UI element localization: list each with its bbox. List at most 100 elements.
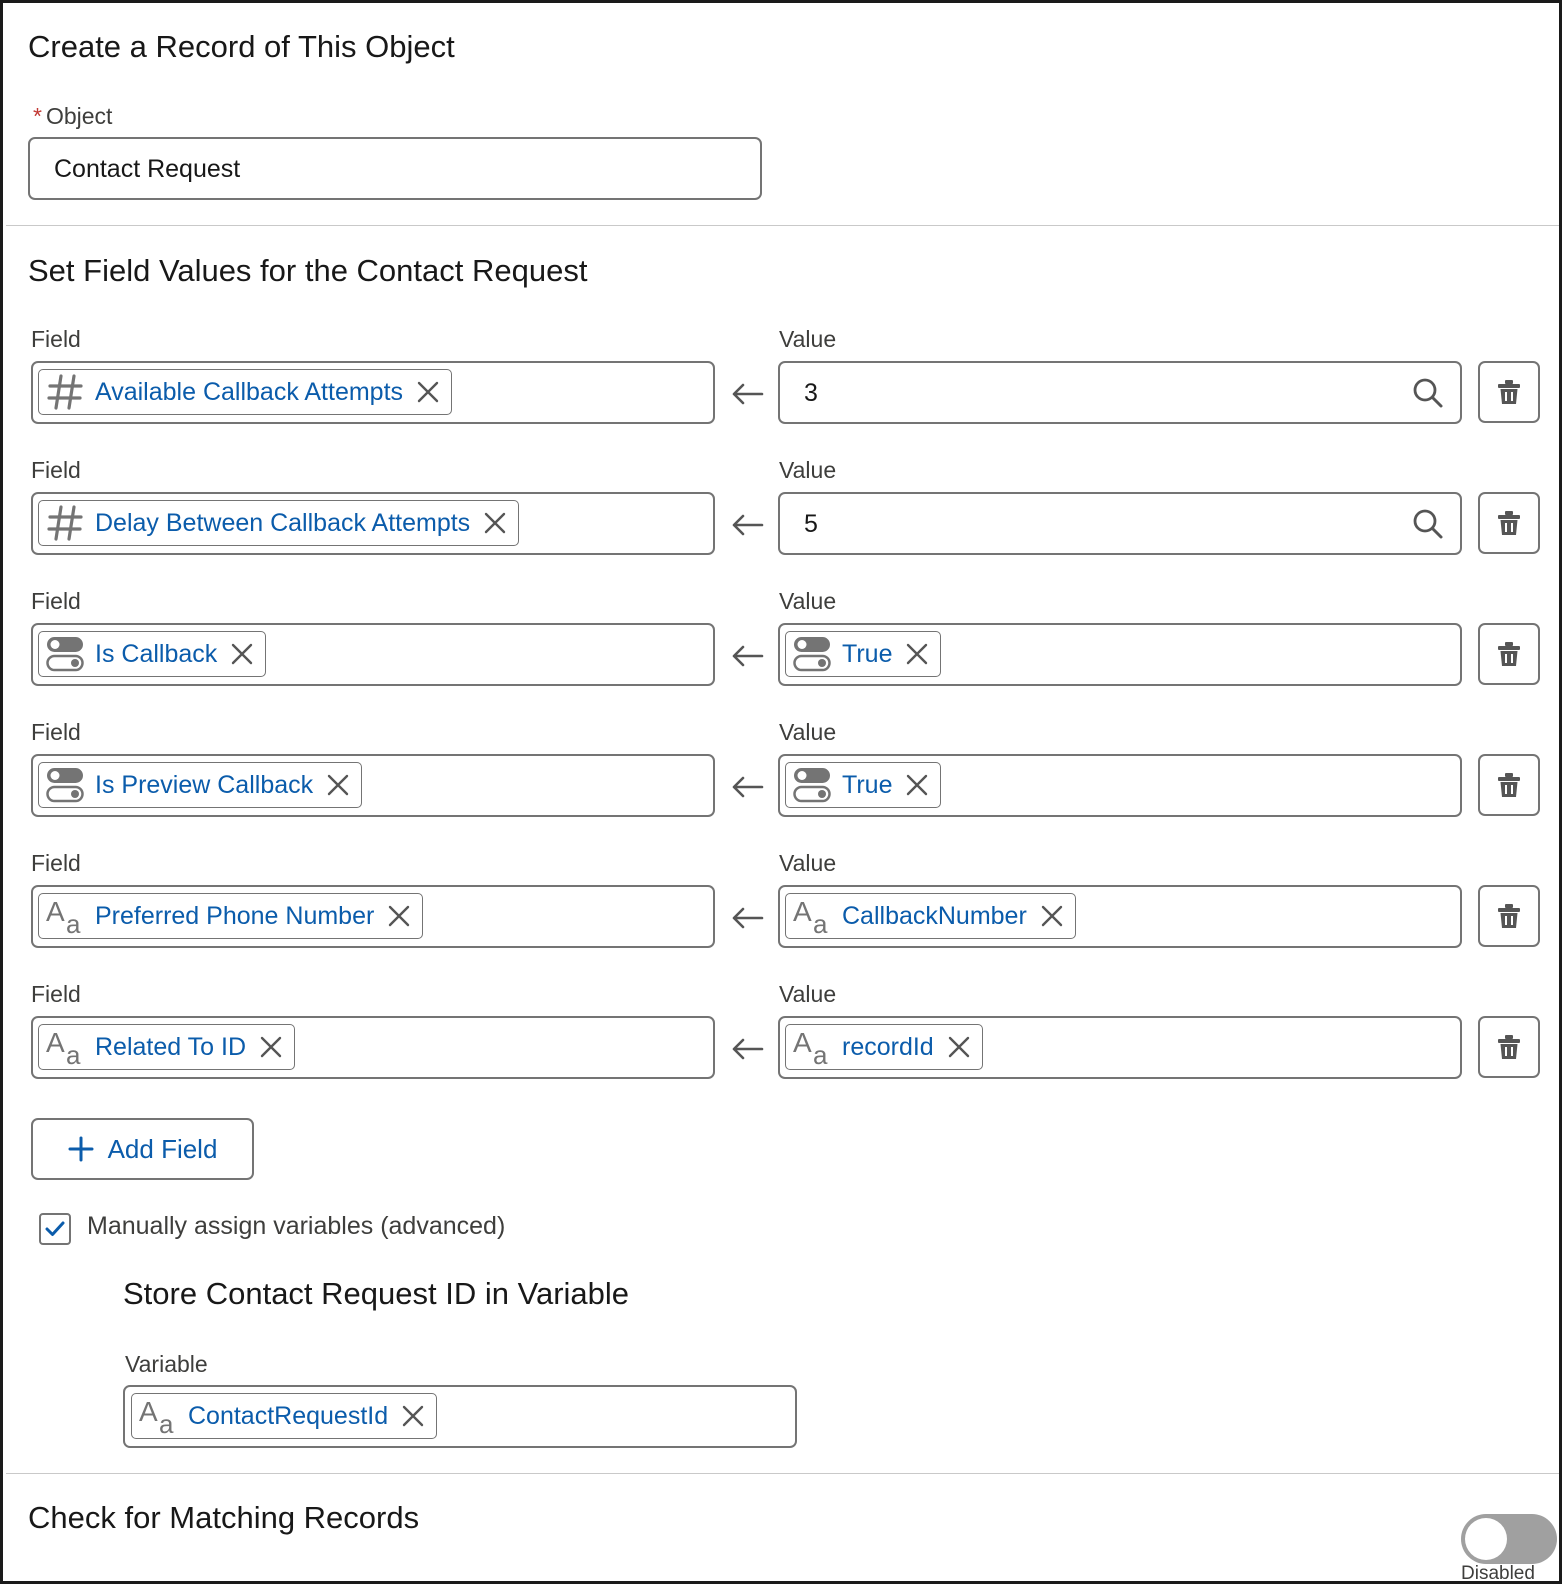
text-icon: Aa — [43, 1027, 87, 1067]
value-pill-label: True — [842, 639, 893, 668]
arrow-left-icon — [730, 775, 764, 799]
value-label: Value — [779, 981, 837, 1007]
delete-row-button[interactable] — [1478, 623, 1540, 685]
field-pill[interactable]: Aa Preferred Phone Number — [38, 893, 424, 939]
toggle-state-label: Disabled — [1461, 1563, 1535, 1584]
field-pill[interactable]: Delay Between Callback Attempts — [38, 500, 520, 546]
svg-text:A: A — [46, 1028, 65, 1058]
value-label: Value — [779, 850, 837, 876]
arrow-left-icon — [730, 644, 764, 668]
arrow-left-icon — [730, 382, 764, 406]
matching-section-title: Check for Matching Records — [28, 1500, 420, 1535]
svg-text:a: a — [66, 1040, 81, 1066]
value-input-text: 3 — [804, 379, 818, 407]
value-input[interactable]: 5 — [778, 492, 1462, 555]
remove-pill-icon[interactable] — [417, 381, 439, 403]
field-pill[interactable]: Is Preview Callback — [38, 762, 363, 808]
toggle-icon — [43, 765, 87, 805]
svg-text:A: A — [139, 1397, 158, 1427]
section-divider — [6, 1473, 1559, 1474]
variable-label: Variable — [125, 1351, 208, 1377]
field-label: Field — [31, 981, 81, 1007]
text-icon: Aa — [790, 1027, 834, 1067]
arrow-left-icon — [730, 906, 764, 930]
text-icon: Aa — [790, 896, 834, 936]
svg-text:a: a — [66, 909, 81, 935]
svg-text:a: a — [813, 1040, 828, 1066]
record-create-panel: Create a Record of This Object * Object C… — [0, 0, 1562, 1584]
trash-icon — [1498, 1035, 1520, 1059]
object-input-value: Contact Request — [54, 155, 241, 183]
arrow-left-icon — [730, 1037, 764, 1061]
remove-pill-icon[interactable] — [948, 1036, 970, 1058]
field-pill-label: Is Preview Callback — [95, 770, 314, 799]
value-pill[interactable]: Aa recordId — [785, 1024, 983, 1070]
number-icon — [43, 372, 87, 412]
value-input[interactable]: True — [778, 623, 1462, 686]
matching-records-toggle[interactable] — [1461, 1514, 1557, 1564]
value-label: Value — [779, 588, 837, 614]
field-input[interactable]: Available Callback Attempts — [31, 361, 715, 424]
required-marker: * — [33, 103, 42, 129]
delete-row-button[interactable] — [1478, 492, 1540, 554]
value-pill-label: CallbackNumber — [842, 901, 1027, 930]
delete-row-button[interactable] — [1478, 885, 1540, 947]
trash-icon — [1498, 904, 1520, 928]
field-pill-label: Available Callback Attempts — [95, 377, 404, 406]
field-input[interactable]: Aa Related To ID — [31, 1016, 715, 1079]
add-field-button[interactable]: Add Field — [31, 1118, 254, 1180]
remove-pill-icon[interactable] — [388, 905, 410, 927]
field-label: Field — [31, 457, 81, 483]
field-input[interactable]: Aa Preferred Phone Number — [31, 885, 715, 948]
manual-assign-checkbox[interactable] — [39, 1213, 71, 1245]
create-section-title: Create a Record of This Object — [28, 29, 455, 64]
value-label: Value — [779, 457, 837, 483]
manual-assign-label: Manually assign variables (advanced) — [87, 1212, 506, 1240]
remove-pill-icon[interactable] — [906, 774, 928, 796]
svg-text:a: a — [813, 909, 828, 935]
delete-row-button[interactable] — [1478, 754, 1540, 816]
value-label: Value — [779, 719, 837, 745]
variable-input[interactable]: Aa ContactRequestId — [123, 1385, 797, 1448]
trash-icon — [1498, 511, 1520, 535]
value-pill-label: recordId — [842, 1032, 934, 1061]
field-input[interactable]: Delay Between Callback Attempts — [31, 492, 715, 555]
field-input[interactable]: Is Preview Callback — [31, 754, 715, 817]
remove-pill-icon[interactable] — [260, 1036, 282, 1058]
value-input[interactable]: Aa CallbackNumber — [778, 885, 1462, 948]
trash-icon — [1498, 642, 1520, 666]
value-pill[interactable]: True — [785, 631, 942, 677]
search-icon[interactable] — [1412, 377, 1444, 414]
object-input[interactable]: Contact Request — [28, 137, 762, 200]
field-label: Field — [31, 588, 81, 614]
object-label: * Object — [33, 103, 112, 130]
field-pill[interactable]: Available Callback Attempts — [38, 369, 453, 415]
search-icon[interactable] — [1412, 508, 1444, 545]
remove-pill-icon[interactable] — [402, 1405, 424, 1427]
svg-text:a: a — [159, 1409, 174, 1435]
arrow-left-icon — [730, 513, 764, 537]
delete-row-button[interactable] — [1478, 1016, 1540, 1078]
field-label: Field — [31, 719, 81, 745]
variable-pill[interactable]: Aa ContactRequestId — [131, 1393, 438, 1439]
field-input[interactable]: Is Callback — [31, 623, 715, 686]
add-field-label: Add Field — [107, 1133, 218, 1164]
checkmark-icon — [45, 1221, 65, 1236]
field-pill[interactable]: Aa Related To ID — [38, 1024, 296, 1070]
value-pill[interactable]: True — [785, 762, 942, 808]
field-pill-label: Preferred Phone Number — [95, 901, 375, 930]
value-pill[interactable]: Aa CallbackNumber — [785, 893, 1076, 939]
field-pill[interactable]: Is Callback — [38, 631, 267, 677]
field-pill-label: Related To ID — [95, 1032, 247, 1061]
value-input[interactable]: 3 — [778, 361, 1462, 424]
value-input[interactable]: True — [778, 754, 1462, 817]
remove-pill-icon[interactable] — [906, 643, 928, 665]
delete-row-button[interactable] — [1478, 361, 1540, 423]
remove-pill-icon[interactable] — [1041, 905, 1063, 927]
remove-pill-icon[interactable] — [484, 512, 506, 534]
remove-pill-icon[interactable] — [231, 643, 253, 665]
set-fields-section-title: Set Field Values for the Contact Request — [28, 253, 588, 288]
value-input[interactable]: Aa recordId — [778, 1016, 1462, 1079]
remove-pill-icon[interactable] — [327, 774, 349, 796]
field-pill-label: Is Callback — [95, 639, 218, 668]
